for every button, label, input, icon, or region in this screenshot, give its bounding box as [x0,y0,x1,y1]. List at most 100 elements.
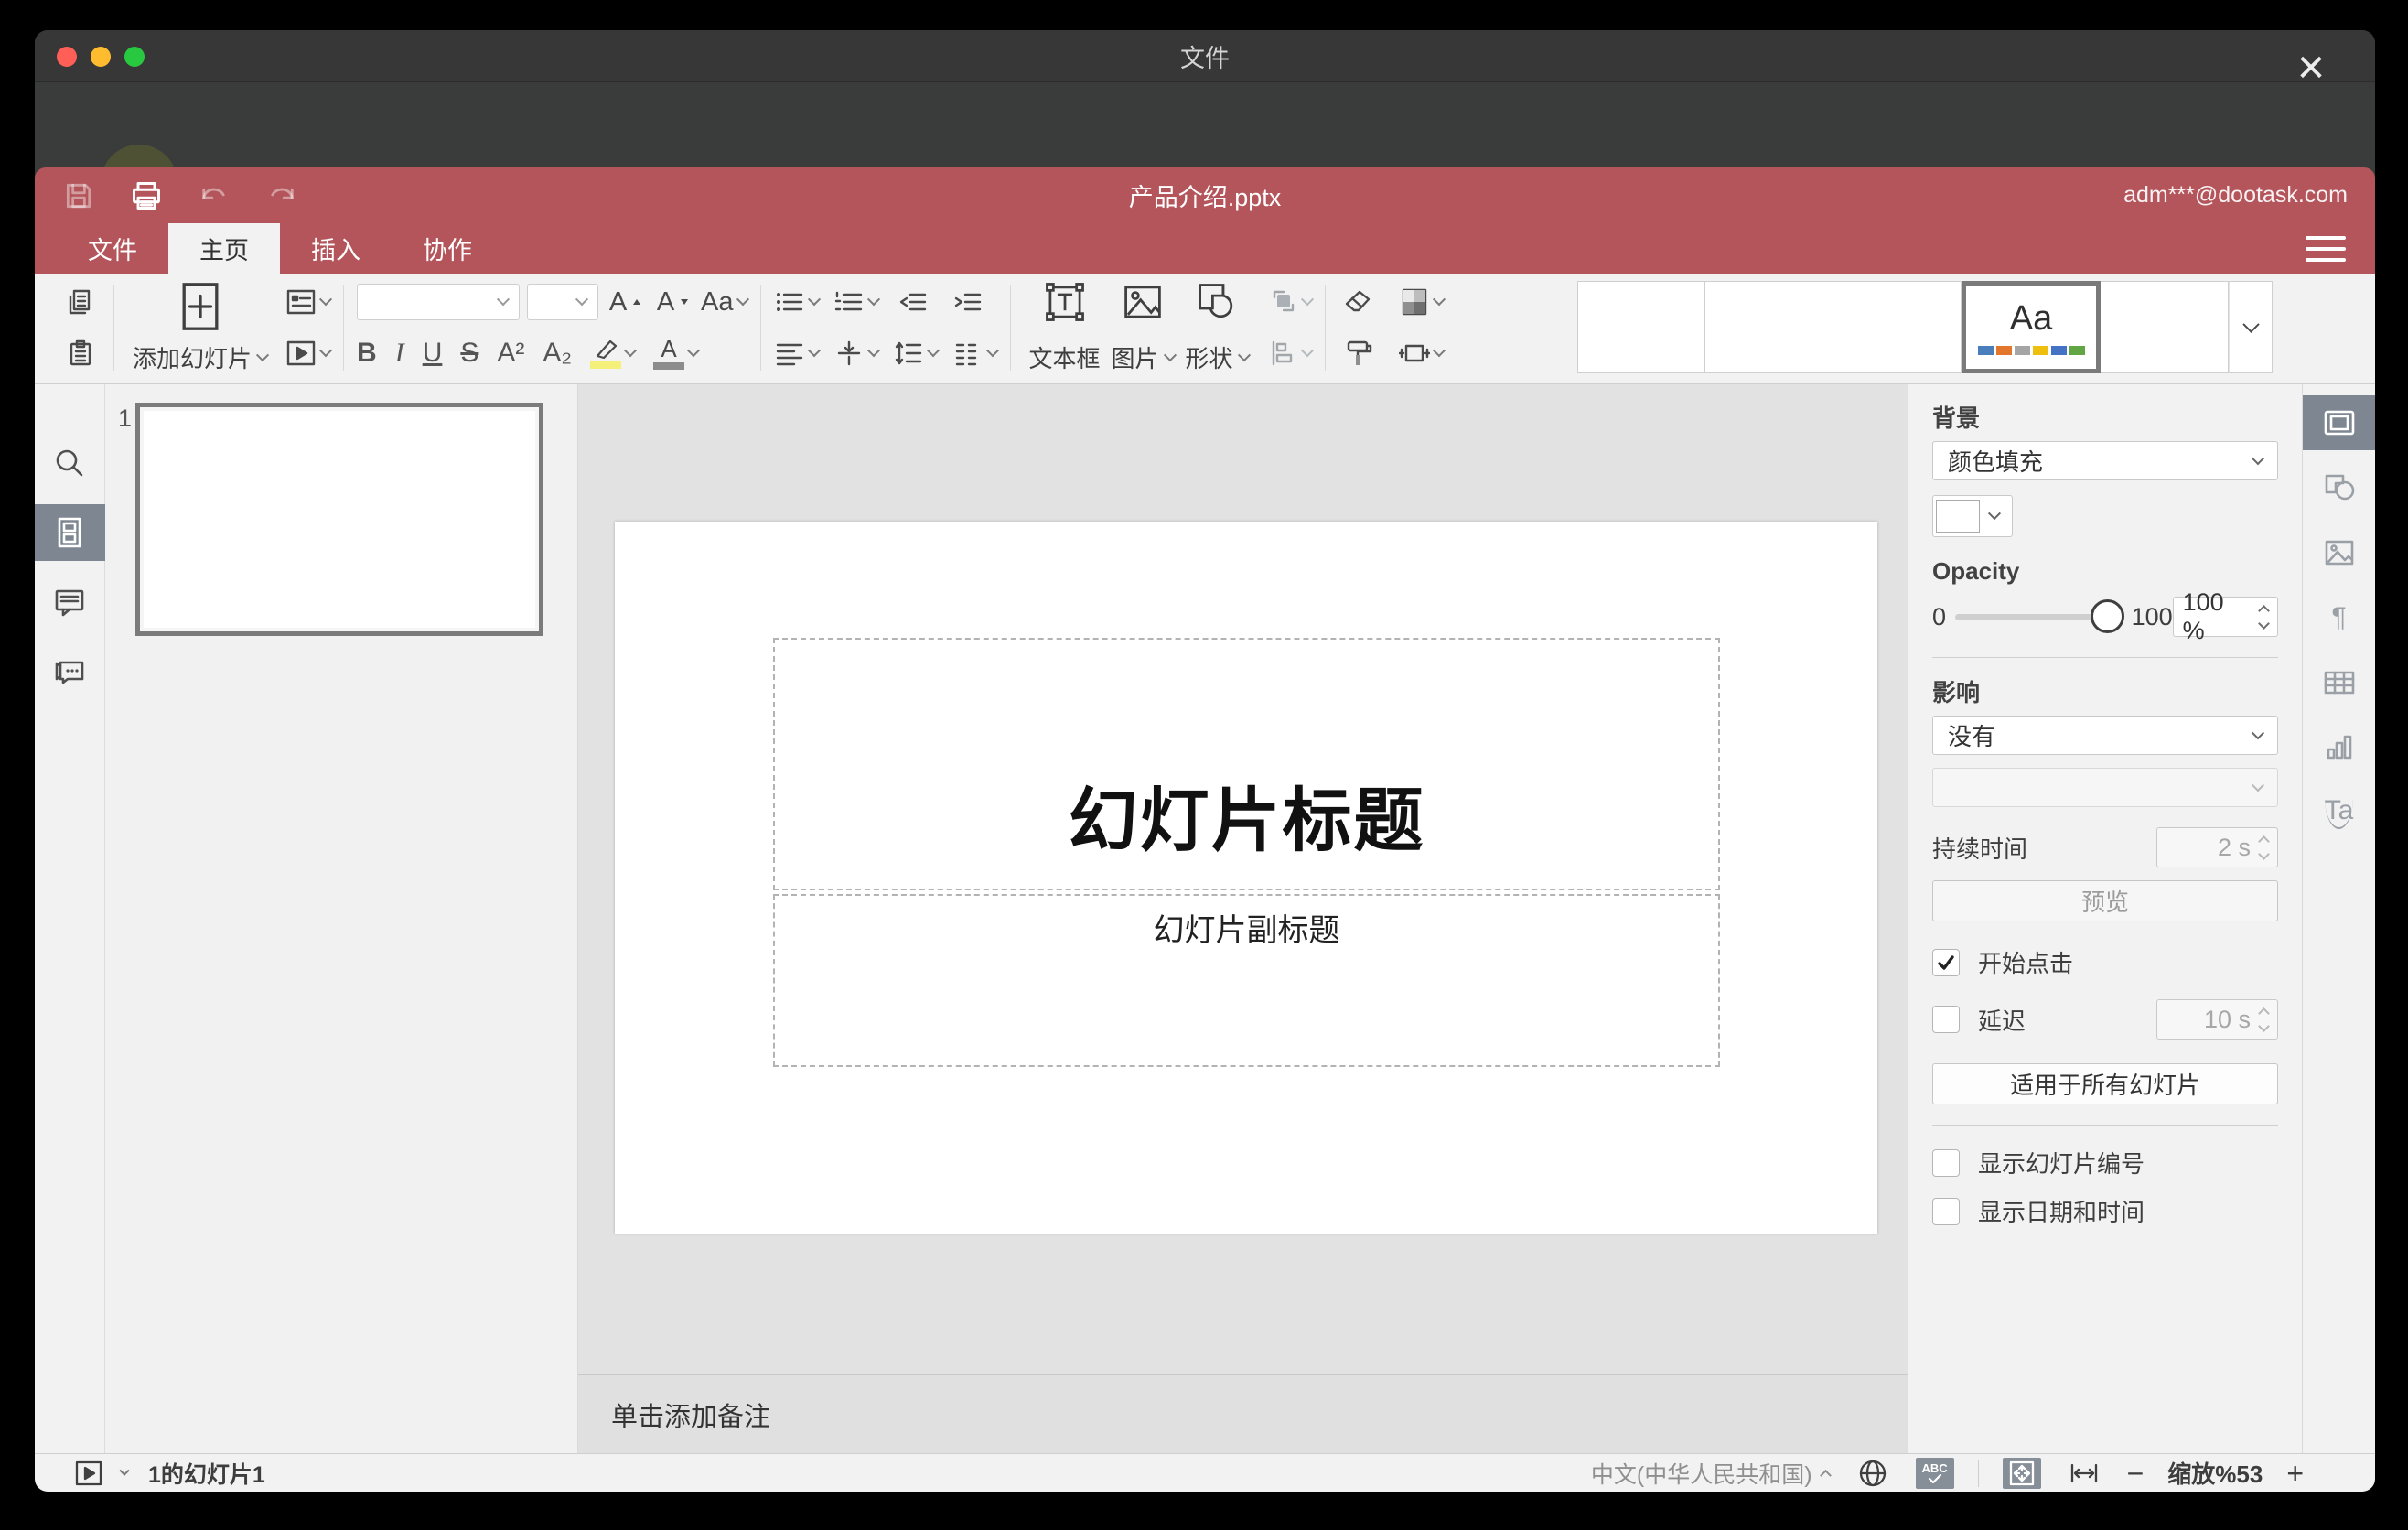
theme-thumbnail[interactable] [1833,281,1962,373]
sidebar-item-slides[interactable] [35,504,105,561]
horizontal-align-button[interactable] [774,332,821,374]
image-settings-tab[interactable] [2303,525,2376,580]
tab-file[interactable]: 文件 [57,223,168,274]
tab-collaboration[interactable]: 协作 [392,223,503,274]
clear-style-button[interactable] [1338,281,1379,323]
decrease-font-button[interactable]: A [653,281,693,323]
italic-button[interactable]: I [395,338,404,369]
font-size-select[interactable] [527,284,599,320]
line-spacing-button[interactable] [893,332,940,374]
font-name-select[interactable] [357,284,521,320]
close-traffic-button[interactable] [57,46,77,67]
underline-button[interactable]: U [423,338,443,369]
insert-textbox-button[interactable]: 文本框 [1024,281,1106,374]
effect-select[interactable]: 没有 [1932,716,2278,755]
zoom-traffic-button[interactable] [124,46,145,67]
spellcheck-label: ABC [1921,1461,1948,1475]
theme-thumbnail[interactable] [1705,281,1833,373]
title-placeholder[interactable]: 幻灯片标题 [773,638,1720,890]
sidebar-item-chat[interactable] [35,643,105,700]
chart-settings-tab[interactable] [2303,720,2376,775]
language-selector[interactable]: 中文(中华人民共和国) [1591,1457,1832,1490]
opacity-input[interactable]: 100 % [2172,588,2278,644]
tab-home[interactable]: 主页 [168,223,280,274]
fill-color-picker[interactable] [1932,495,2013,537]
highlight-color-button[interactable] [590,332,638,374]
strikethrough-button[interactable]: S [460,338,478,369]
shape-settings-tab[interactable] [2303,460,2376,515]
change-case-button[interactable]: Aa [701,281,749,323]
zoom-out-button[interactable]: − [2127,1459,2145,1488]
zoom-in-button[interactable]: + [2286,1459,2304,1488]
sidebar-item-search[interactable] [35,435,105,491]
slide-layout-icon [286,289,316,315]
status-right: 中文(中华人民共和国) ABC − 缩放%53 + [1591,1456,2304,1490]
vertical-align-button[interactable] [833,332,880,374]
superscript-button[interactable]: A² [497,338,524,369]
redo-button[interactable] [263,178,300,214]
minimize-traffic-button[interactable] [91,46,111,67]
sidebar-item-comments[interactable] [35,574,105,630]
notes-area[interactable]: 单击添加备注 [578,1374,1908,1453]
numbering-button[interactable] [833,281,880,323]
theme-gallery-expand-button[interactable] [2229,281,2273,373]
show-slide-number-checkbox[interactable] [1932,1148,1960,1177]
print-button[interactable] [128,178,165,214]
close-icon[interactable]: ✕ [2285,43,2337,94]
add-slide-button[interactable]: 添加幻灯片 [127,281,273,374]
slide-size-button[interactable] [1398,332,1446,374]
bullets-button[interactable] [774,281,821,323]
copy-button[interactable] [60,281,101,323]
caret-up-icon [1819,1469,1832,1482]
undo-button[interactable] [196,178,232,214]
start-slideshow-status-button[interactable] [70,1458,108,1489]
increase-font-button[interactable]: A [606,281,646,323]
font-color-button[interactable]: A [653,332,701,374]
decrease-indent-button[interactable] [893,281,933,323]
copy-style-button[interactable] [1338,332,1379,374]
fit-slide-button[interactable] [2002,1457,2041,1489]
fill-type-select[interactable]: 颜色填充 [1932,441,2278,480]
slide-settings-tab[interactable] [2302,395,2375,450]
color-scheme-button[interactable] [1399,281,1446,323]
paragraph-settings-tab[interactable]: ¶ [2303,590,2376,645]
user-email: adm***@dootask.com [2123,182,2348,208]
save-button[interactable] [60,178,97,214]
slider-handle[interactable] [2090,598,2124,633]
opacity-slider[interactable] [1955,598,2124,633]
insert-image-label: 图片 [1111,345,1159,372]
columns-icon [955,343,976,366]
align-shape-button[interactable] [1269,332,1314,374]
textart-settings-tab[interactable]: Ta [2303,785,2376,840]
apply-to-all-button[interactable]: 适用于所有幻灯片 [1932,1063,2278,1104]
tab-insert[interactable]: 插入 [280,223,392,274]
columns-button[interactable] [952,332,999,374]
spinner-arrows[interactable] [2258,604,2270,630]
slide-surface[interactable]: 幻灯片标题 幻灯片副标题 [615,522,1877,1234]
delay-checkbox[interactable] [1932,1006,1960,1033]
insert-image-button[interactable]: 图片 [1106,281,1180,374]
slide-layout-button[interactable] [285,281,333,323]
set-language-button[interactable] [1854,1458,1892,1489]
spellcheck-button[interactable]: ABC [1915,1457,1954,1489]
theme-thumbnail[interactable] [1577,281,1705,373]
theme-thumbnail[interactable] [2101,281,2229,373]
show-slide-number-label: 显示幻灯片编号 [1978,1150,2145,1178]
increase-indent-button[interactable] [948,281,988,323]
subtitle-placeholder[interactable]: 幻灯片副标题 [773,894,1720,1067]
bold-button[interactable]: B [357,338,377,369]
start-slideshow-button[interactable] [285,332,333,374]
menu-icon[interactable] [2306,231,2346,267]
fit-width-icon [2070,1463,2097,1482]
arrange-shape-button[interactable] [1269,281,1314,323]
paste-button[interactable] [60,332,101,374]
theme-thumbnail-selected[interactable]: Aa [1962,281,2101,373]
start-click-checkbox[interactable] [1932,948,1960,976]
slide-thumbnail-1[interactable] [135,403,543,636]
fit-width-button[interactable] [2065,1458,2103,1489]
chevron-down-icon [1300,293,1314,307]
show-datetime-checkbox[interactable] [1932,1197,1960,1225]
subscript-button[interactable]: A₂ [543,338,572,369]
table-settings-tab[interactable] [2303,655,2376,710]
insert-shape-button[interactable]: 形状 [1180,281,1254,374]
